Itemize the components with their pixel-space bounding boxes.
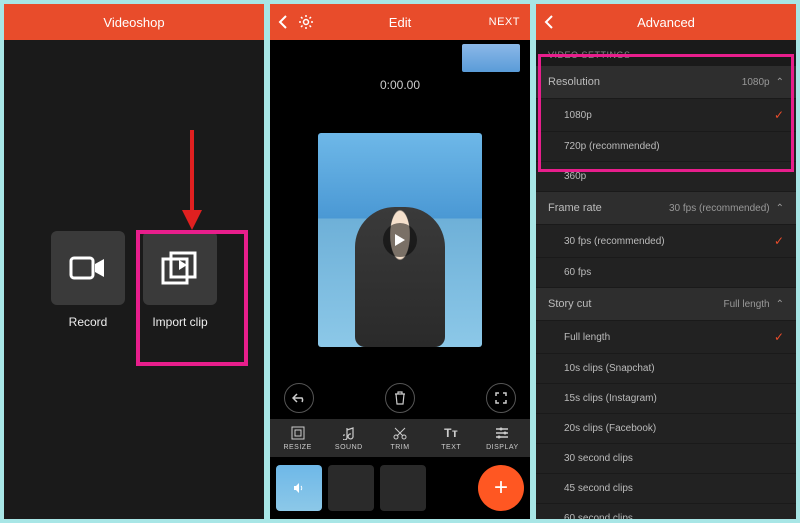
row-value: 1080p [742,77,770,88]
clip-thumbnail[interactable] [462,44,520,72]
storycut-option-45s[interactable]: 45 second clips [536,474,796,504]
header-title: Advanced [637,15,695,30]
framerate-row[interactable]: Frame rate 30 fps (recommended) ⌃ [536,192,796,225]
storycut-option-30s[interactable]: 30 second clips [536,444,796,474]
timeline-row: + [270,457,530,519]
row-label: Resolution [548,76,600,88]
storycut-option-facebook[interactable]: 20s clips (Facebook) [536,414,796,444]
header: Advanced [536,4,796,40]
record-tile[interactable]: Record [51,231,125,329]
resolution-option-1080p[interactable]: 1080p ✓ [536,99,796,132]
storycut-option-instagram[interactable]: 15s clips (Instagram) [536,384,796,414]
chevron-up-icon: ⌃ [776,299,784,310]
tool-sound[interactable]: SOUND [323,425,374,451]
header-title: Edit [389,15,411,30]
next-button[interactable]: NEXT [489,16,520,28]
gear-icon[interactable] [298,14,314,30]
fps-option-60[interactable]: 60 fps [536,258,796,288]
check-icon: ✓ [774,330,784,344]
tool-text[interactable]: Tᴛ TEXT [426,425,477,451]
tool-display[interactable]: DISPLAY [477,425,528,451]
screen-advanced: Advanced VIDEO SETTINGS Resolution 1080p… [536,4,796,519]
back-icon[interactable] [278,15,288,29]
delete-button[interactable] [385,383,415,413]
chevron-up-icon: ⌃ [776,203,784,214]
storycut-option-60s[interactable]: 60 second clips [536,504,796,519]
import-clip-tile[interactable]: Import clip [143,231,217,329]
mute-icon [292,481,306,495]
advanced-body: VIDEO SETTINGS Resolution 1080p ⌃ 1080p ✓… [536,40,796,519]
storycut-option-full[interactable]: Full length ✓ [536,321,796,354]
control-row [270,377,530,419]
sound-icon [343,425,355,441]
check-icon: ✓ [774,108,784,122]
trim-icon [393,425,407,441]
chevron-up-icon: ⌃ [776,77,784,88]
tool-row: RESIZE SOUND TRIM Tᴛ TEXT DISPLAY [270,419,530,457]
row-label: Frame rate [548,202,602,214]
clip-strip [270,40,530,72]
home-body: Record Import clip [4,40,264,519]
timeline-slot[interactable] [328,465,374,511]
section-label: VIDEO SETTINGS [536,40,796,66]
import-clip-icon [143,231,217,305]
edit-body: 0:00.00 RESIZE SOUND [270,40,530,519]
video-preview[interactable] [318,133,482,347]
record-label: Record [69,315,108,329]
row-value: 30 fps (recommended) [669,203,770,214]
header-title: Videoshop [103,15,164,30]
row-label: Story cut [548,298,591,310]
add-clip-button[interactable]: + [478,465,524,511]
resolution-option-720p[interactable]: 720p (recommended) [536,132,796,162]
fps-option-30[interactable]: 30 fps (recommended) ✓ [536,225,796,258]
header: Videoshop [4,4,264,40]
fullscreen-button[interactable] [486,383,516,413]
time-indicator: 0:00.00 [270,78,530,92]
screen-edit: Edit NEXT 0:00.00 RESIZE [270,4,530,519]
undo-button[interactable] [284,383,314,413]
display-icon [495,425,509,441]
camera-icon [51,231,125,305]
resolution-option-360p[interactable]: 360p [536,162,796,192]
preview-area [270,102,530,377]
timeline-clip[interactable] [276,465,322,511]
row-value: Full length [723,299,769,310]
resize-icon [291,425,305,441]
storycut-option-snapchat[interactable]: 10s clips (Snapchat) [536,354,796,384]
timeline-slot[interactable] [380,465,426,511]
import-label: Import clip [152,315,207,329]
text-icon: Tᴛ [444,425,458,441]
play-button[interactable] [383,223,417,257]
tool-resize[interactable]: RESIZE [272,425,323,451]
screen-videoshop-home: Videoshop Record Import clip [4,4,264,519]
annotation-arrow [182,130,202,230]
back-icon[interactable] [544,15,554,29]
resolution-row[interactable]: Resolution 1080p ⌃ [536,66,796,99]
check-icon: ✓ [774,234,784,248]
storycut-row[interactable]: Story cut Full length ⌃ [536,288,796,321]
header: Edit NEXT [270,4,530,40]
tool-trim[interactable]: TRIM [374,425,425,451]
